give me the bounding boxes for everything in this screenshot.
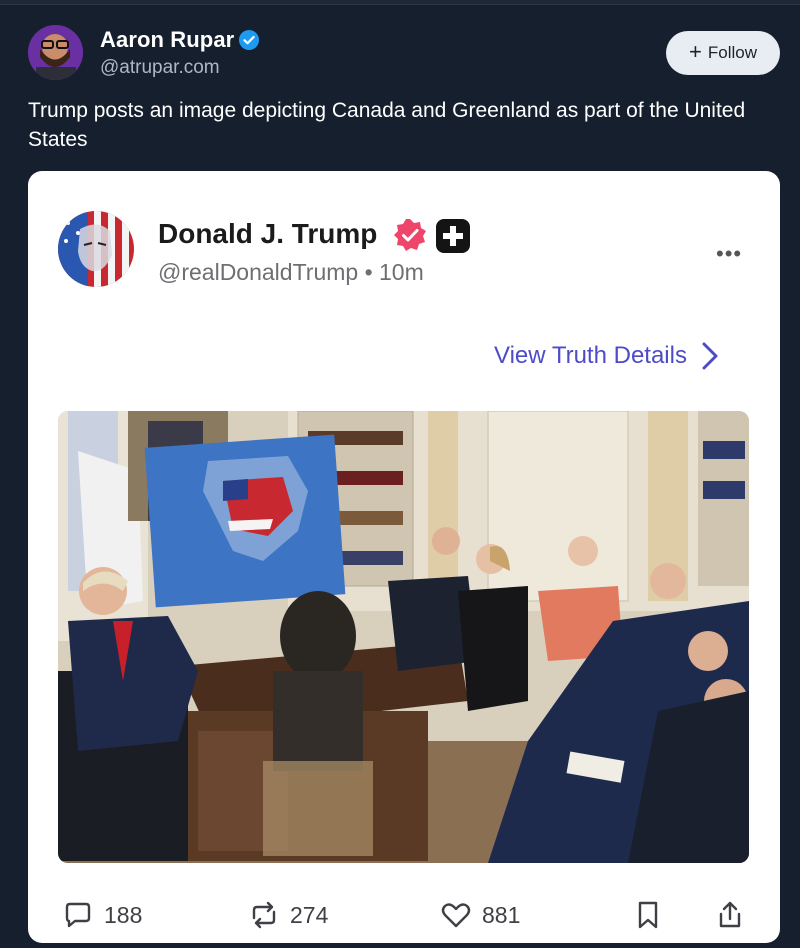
like-icon [441, 903, 471, 928]
like-count: 881 [482, 901, 521, 928]
top-divider [0, 0, 800, 5]
bookmark-action[interactable] [632, 899, 664, 931]
author-name[interactable]: Aaron Rupar [100, 27, 234, 53]
embed-handle: @realDonaldTrump • 10m [158, 259, 424, 286]
post-image[interactable] [58, 411, 749, 863]
chevron-right-icon [702, 342, 718, 370]
repost-action[interactable]: 274 [248, 899, 328, 931]
reply-count: 188 [104, 901, 143, 928]
reply-icon [65, 902, 91, 928]
repost-icon [252, 901, 276, 929]
follow-label: Follow [707, 43, 757, 62]
truth-plus-icon [436, 219, 470, 253]
author-avatar[interactable] [28, 25, 83, 80]
post-text: Trump posts an image depicting Canada an… [28, 99, 746, 151]
bookmark-icon [638, 901, 658, 929]
share-action[interactable] [714, 899, 746, 931]
view-details-label: View Truth Details [494, 342, 687, 369]
verified-icon [394, 219, 426, 251]
like-action[interactable]: 881 [440, 899, 520, 931]
embed-author-name[interactable]: Donald J. Trump [158, 218, 377, 250]
reply-action[interactable]: 188 [62, 899, 142, 931]
embed-timestamp: • 10m [364, 259, 424, 285]
share-icon [719, 901, 741, 928]
embed-handle-text[interactable]: @realDonaldTrump [158, 259, 358, 285]
author-handle[interactable]: @atrupar.com [100, 57, 220, 79]
action-bar: 188 274 881 [28, 891, 780, 935]
embedded-post-card[interactable]: Donald J. Trump @realDonaldTrump • 10m •… [28, 171, 780, 943]
view-truth-details-link[interactable]: View Truth Details [494, 341, 719, 371]
follow-button[interactable]: + Follow [666, 31, 780, 75]
plus-icon: + [689, 39, 702, 64]
embed-avatar[interactable] [58, 211, 134, 287]
ellipsis-icon[interactable]: ••• [716, 241, 742, 267]
verified-icon [239, 30, 259, 50]
repost-count: 274 [290, 901, 329, 928]
